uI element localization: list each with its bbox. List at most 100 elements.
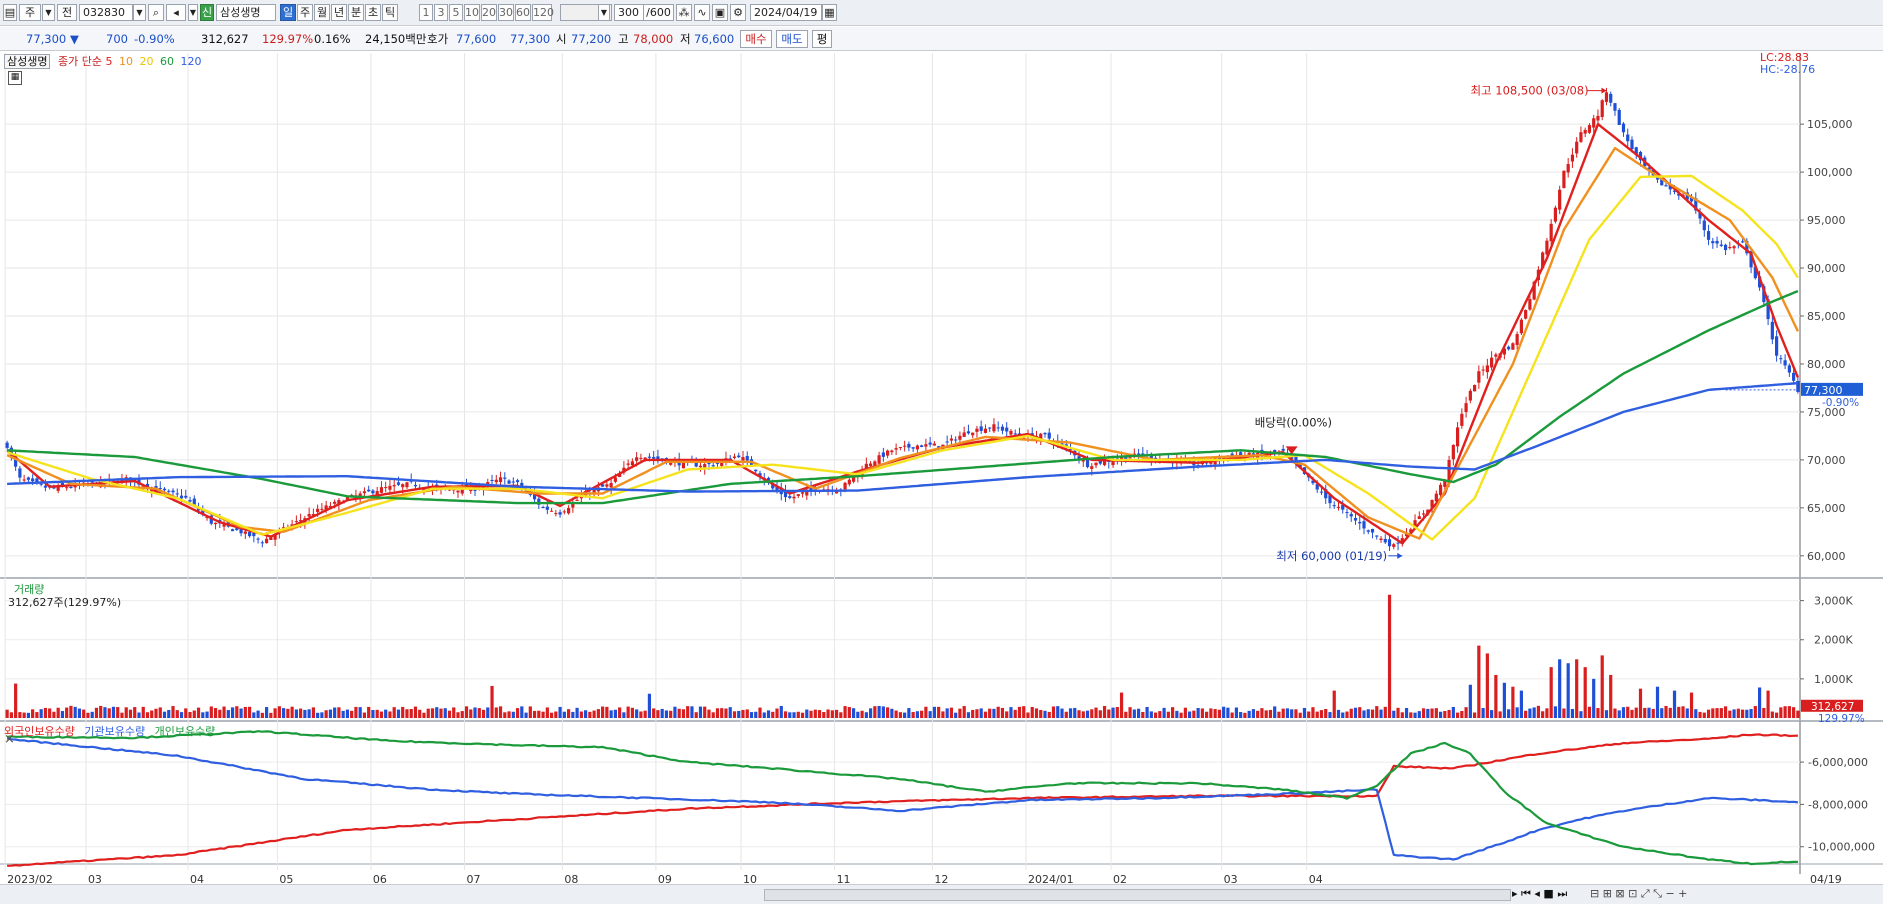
volume-bar: [452, 707, 456, 718]
candle-body: [39, 483, 43, 485]
volume-bar: [613, 709, 617, 718]
scroll-nav-icons[interactable]: ▸ ⏮ ◂ ■ ⏭: [1512, 887, 1567, 901]
sell-button[interactable]: 매도: [776, 30, 808, 48]
price-legend-stock[interactable]: 삼성생명: [4, 54, 51, 69]
candle-body: [881, 452, 885, 457]
volume-bar: [1268, 709, 1273, 718]
interval-button-4[interactable]: 분: [348, 4, 364, 21]
zoom-controls-icon[interactable]: ⊟ ⊞ ⊠ ⊡ ⤢ ⤡ − +: [1590, 887, 1687, 901]
period-select[interactable]: 주: [19, 4, 41, 21]
interval-button-6[interactable]: 틱: [382, 4, 398, 21]
volume-bar: [1498, 711, 1502, 718]
type-select[interactable]: 전: [57, 4, 77, 21]
volume-bar: [758, 707, 762, 718]
date-input[interactable]: 2024/04/19: [750, 4, 822, 21]
gear-icon[interactable]: ⚙: [730, 4, 746, 21]
volume-bar: [388, 711, 392, 718]
high-label: 고: [618, 32, 629, 46]
candle-body: [715, 463, 720, 465]
code-dropdown-icon[interactable]: ▼: [133, 4, 146, 21]
volume-bar: [226, 710, 230, 718]
candle-body: [1102, 460, 1107, 466]
interval-button-1[interactable]: 주: [297, 4, 313, 21]
minute-button-30[interactable]: 30: [498, 4, 514, 21]
volume-bar: [111, 706, 116, 718]
buy-button[interactable]: 매수: [740, 30, 772, 48]
volume-bar: [1315, 711, 1319, 718]
volume-bar: [766, 710, 771, 718]
save-icon[interactable]: ▣: [712, 4, 728, 21]
volume-bar: [1668, 707, 1672, 718]
volume-bar: [1000, 707, 1005, 718]
candle-body: [1043, 432, 1047, 435]
bid-price-1: 77,600: [456, 32, 497, 46]
candle-body: [1468, 390, 1472, 401]
minute-button-1[interactable]: 1: [419, 4, 433, 21]
volume-bar: [1792, 707, 1796, 718]
volume-bar: [707, 709, 711, 718]
volume-bar: [1290, 709, 1294, 718]
candle-body: [371, 490, 375, 494]
speaker-icon[interactable]: ◂: [166, 4, 186, 21]
interval-button-0[interactable]: 일: [280, 4, 296, 21]
candle-body: [1000, 426, 1005, 431]
speaker-dropdown-icon[interactable]: ▼: [188, 4, 198, 21]
volume-bar: [639, 711, 643, 718]
volume-bar: [201, 712, 205, 718]
eval-button[interactable]: 평: [812, 30, 832, 48]
volume-bar: [1715, 708, 1719, 718]
price-change-pct: -0.90%: [134, 32, 175, 46]
interval-button-2[interactable]: 월: [314, 4, 330, 21]
volume-bar: [239, 708, 243, 718]
volume-bar: [635, 709, 639, 718]
volume-bar: [430, 708, 435, 718]
minute-button-120[interactable]: 120: [532, 4, 554, 21]
scroll-bar[interactable]: ▸ ⏮ ◂ ■ ⏭ ⊟ ⊞ ⊠ ⊡ ⤢ ⤡ − +: [0, 884, 1883, 904]
candle-body: [971, 432, 975, 436]
volume-bar: [256, 710, 260, 718]
x-tick-label: 05: [279, 873, 293, 884]
volume-bar: [796, 711, 800, 718]
volume-bar: [1549, 667, 1553, 718]
window-menu-icon[interactable]: ▤: [3, 4, 17, 21]
candle-body: [1719, 244, 1723, 246]
calculator-icon[interactable]: ▦: [8, 71, 22, 85]
low-price: 76,600: [694, 32, 735, 46]
candle-body: [1477, 371, 1481, 383]
volume-bar: [1366, 709, 1370, 718]
volume-bar: [1753, 706, 1757, 718]
minute-button-3[interactable]: 3: [434, 4, 448, 21]
volume-bar: [490, 685, 494, 718]
stock-code-input[interactable]: 032830: [79, 4, 133, 21]
volume-bar: [1311, 707, 1315, 718]
custom-period-dropdown-icon[interactable]: ▼: [598, 4, 610, 21]
bar-count-input[interactable]: 300: [614, 4, 644, 21]
volume-bar: [1796, 710, 1800, 718]
period-dropdown-icon[interactable]: ▼: [42, 4, 55, 21]
price-tick-label: 90,000: [1807, 262, 1846, 275]
candle-body: [1332, 505, 1336, 507]
volume-bar: [1358, 707, 1362, 718]
scroll-thumb[interactable]: [764, 889, 1511, 901]
volume-bar: [1353, 707, 1358, 718]
candle-body: [1583, 129, 1587, 134]
x-tick-label: 2023/02: [7, 873, 53, 884]
volume-bar: [379, 711, 384, 718]
tool-icon[interactable]: ∿: [694, 4, 710, 21]
interval-button-5[interactable]: 초: [365, 4, 381, 21]
minute-button-20[interactable]: 20: [481, 4, 497, 21]
volume-bar: [1732, 709, 1736, 718]
calendar-icon[interactable]: ▦: [822, 4, 837, 21]
price-chart[interactable]: 105,000100,00095,00090,00085,00080,00075…: [0, 52, 1883, 884]
sync-icon[interactable]: ⁂: [676, 4, 692, 21]
volume-bar: [941, 711, 945, 718]
interval-button-3[interactable]: 년: [331, 4, 347, 21]
volume-bar: [1775, 712, 1779, 718]
volume-bar: [469, 709, 473, 718]
minute-button-5[interactable]: 5: [449, 4, 463, 21]
minute-button-60[interactable]: 60: [515, 4, 531, 21]
minute-button-10[interactable]: 10: [464, 4, 480, 21]
candle-body: [1417, 516, 1421, 520]
search-icon[interactable]: ⌕: [148, 4, 164, 21]
candle-body: [503, 477, 507, 479]
